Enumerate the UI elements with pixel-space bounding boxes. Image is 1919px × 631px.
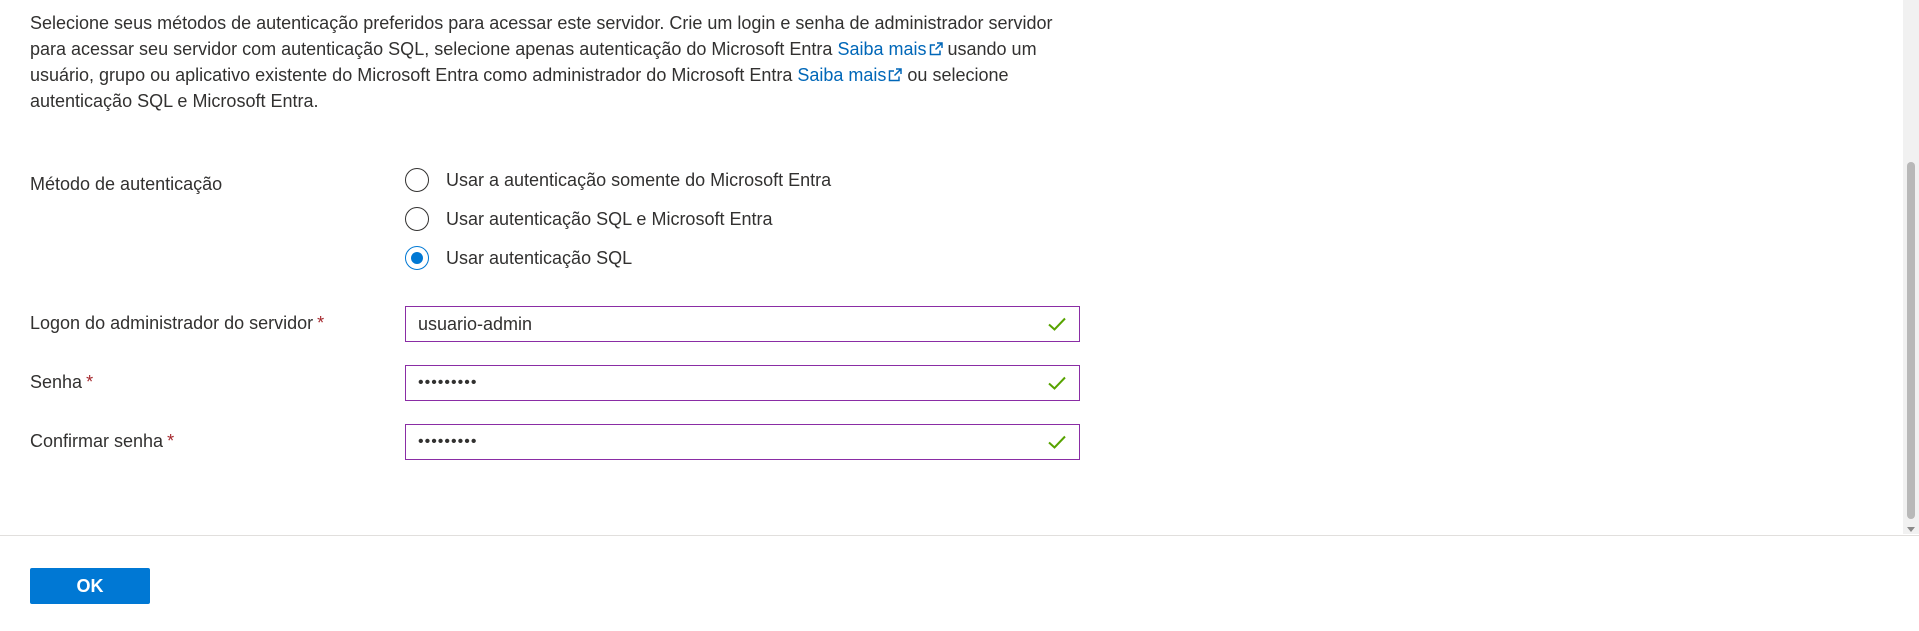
radio-sql-and-entra-label: Usar autenticação SQL e Microsoft Entra	[446, 208, 773, 229]
confirm-password-value[interactable]: •••••••••	[418, 433, 1047, 451]
scroll-content: Selecione seus métodos de autenticação p…	[0, 0, 1903, 534]
scroll-down-arrow-icon[interactable]	[1907, 527, 1915, 532]
auth-method-label: Método de autenticação	[30, 174, 223, 194]
radio-entra-only[interactable]: Usar a autenticação somente do Microsoft…	[405, 166, 831, 194]
confirm-password-input[interactable]: •••••••••	[405, 424, 1080, 460]
confirm-password-label-text: Confirmar senha	[30, 431, 164, 451]
external-link-icon	[929, 42, 943, 56]
external-link-icon	[889, 68, 903, 82]
radio-button-icon[interactable]	[405, 207, 429, 231]
learn-more-link-1[interactable]: Saiba mais	[837, 39, 943, 59]
password-label: Senha *	[30, 372, 93, 393]
dialog-page: Selecione seus métodos de autenticação p…	[0, 0, 1919, 631]
checkmark-icon	[1048, 376, 1066, 390]
password-input[interactable]: •••••••••	[405, 365, 1080, 401]
radio-entra-only-label: Usar a autenticação somente do Microsoft…	[446, 169, 832, 190]
radio-sql-and-entra[interactable]: Usar autenticação SQL e Microsoft Entra	[405, 205, 772, 233]
vertical-scrollbar[interactable]	[1903, 0, 1919, 534]
password-value[interactable]: •••••••••	[418, 374, 1047, 392]
radio-button-icon[interactable]	[405, 168, 429, 192]
password-label-text: Senha	[30, 372, 83, 392]
admin-login-label: Logon do administrador do servidor *	[30, 313, 324, 334]
checkmark-icon	[1048, 435, 1066, 449]
admin-login-value[interactable]: usuario-admin	[418, 314, 1047, 335]
ok-button[interactable]: OK	[30, 568, 150, 604]
intro-text: Selecione seus métodos de autenticação p…	[30, 10, 1090, 114]
admin-login-label-text: Logon do administrador do servidor	[30, 313, 314, 333]
required-mark: *	[317, 313, 325, 333]
learn-more-link-1-label: Saiba mais	[837, 39, 927, 59]
required-mark: *	[86, 372, 94, 392]
scrollbar-thumb[interactable]	[1907, 162, 1915, 519]
checkmark-icon	[1048, 317, 1066, 331]
radio-sql-only[interactable]: Usar autenticação SQL	[405, 244, 632, 272]
radio-sql-only-label: Usar autenticação SQL	[446, 247, 633, 268]
confirm-password-label: Confirmar senha *	[30, 431, 174, 452]
admin-login-input[interactable]: usuario-admin	[405, 306, 1080, 342]
dialog-footer: OK	[0, 535, 1919, 631]
learn-more-link-2[interactable]: Saiba mais	[797, 65, 903, 85]
required-mark: *	[167, 431, 175, 451]
learn-more-link-2-label: Saiba mais	[797, 65, 887, 85]
radio-button-selected-icon[interactable]	[405, 246, 429, 270]
